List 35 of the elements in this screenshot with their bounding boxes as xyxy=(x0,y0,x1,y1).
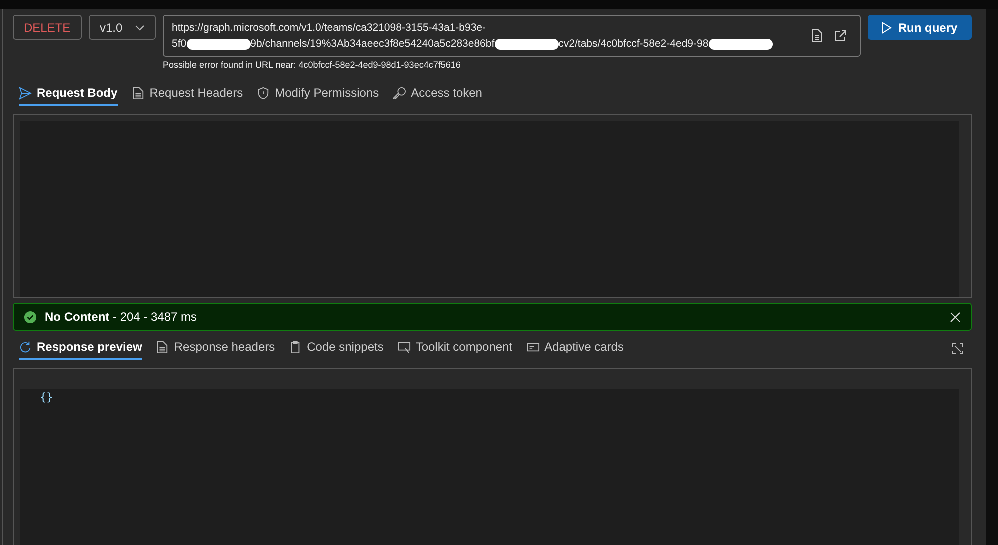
response-tab[interactable]: Toolkit component xyxy=(398,337,513,360)
expand-icon[interactable] xyxy=(952,342,964,354)
request-tab[interactable]: Request Body xyxy=(19,83,118,106)
response-tab[interactable]: Response preview xyxy=(19,337,142,360)
request-tab[interactable]: Access token xyxy=(393,83,482,106)
close-icon[interactable] xyxy=(950,312,961,322)
document-icon xyxy=(156,340,170,354)
request-tab[interactable]: Request Headers xyxy=(132,83,244,106)
key-icon xyxy=(393,86,406,100)
play-icon xyxy=(882,22,892,34)
version-dropdown[interactable]: v1.0 xyxy=(89,15,156,40)
response-tab[interactable]: Adaptive cards xyxy=(526,337,624,360)
redaction-mark xyxy=(708,38,773,50)
card-icon xyxy=(526,340,540,354)
clipboard-icon xyxy=(289,340,302,354)
response-tab[interactable]: Response headers xyxy=(156,337,276,360)
share-icon[interactable] xyxy=(834,29,848,43)
response-tab[interactable]: Code snippets xyxy=(289,337,384,360)
url-error-message: Possible error found in URL near: 4c0bfccf-58e2-4ed9-98d1-93ec4c7f5616 xyxy=(163,60,462,70)
redaction-mark xyxy=(494,38,559,50)
window-icon xyxy=(398,340,411,354)
status-message: No Content - 204 - 3487 ms xyxy=(45,310,198,324)
document-icon xyxy=(132,86,145,100)
run-query-button[interactable]: Run query xyxy=(868,15,972,40)
check-circle-icon xyxy=(24,310,37,324)
shield-icon xyxy=(257,86,270,100)
url-field[interactable]: https://graph.microsoft.com/v1.0/teams/ca321098-3155-43a1-b93e- 5f0 9b/channels/19%3Ab34aeec3f8e54240a5c283e86bf cv2/tabs/4c0bfccf-58e2-4ed9-98 xyxy=(163,15,861,57)
send-icon xyxy=(19,86,32,100)
chevron-icon xyxy=(135,24,145,30)
method-dropdown[interactable]: DELETE xyxy=(13,15,82,40)
request-tab[interactable]: Modify Permissions xyxy=(257,83,380,106)
response-json: {} xyxy=(40,391,54,404)
document-icon[interactable] xyxy=(811,29,823,43)
redaction-mark xyxy=(186,38,251,50)
refresh-icon xyxy=(19,340,32,354)
